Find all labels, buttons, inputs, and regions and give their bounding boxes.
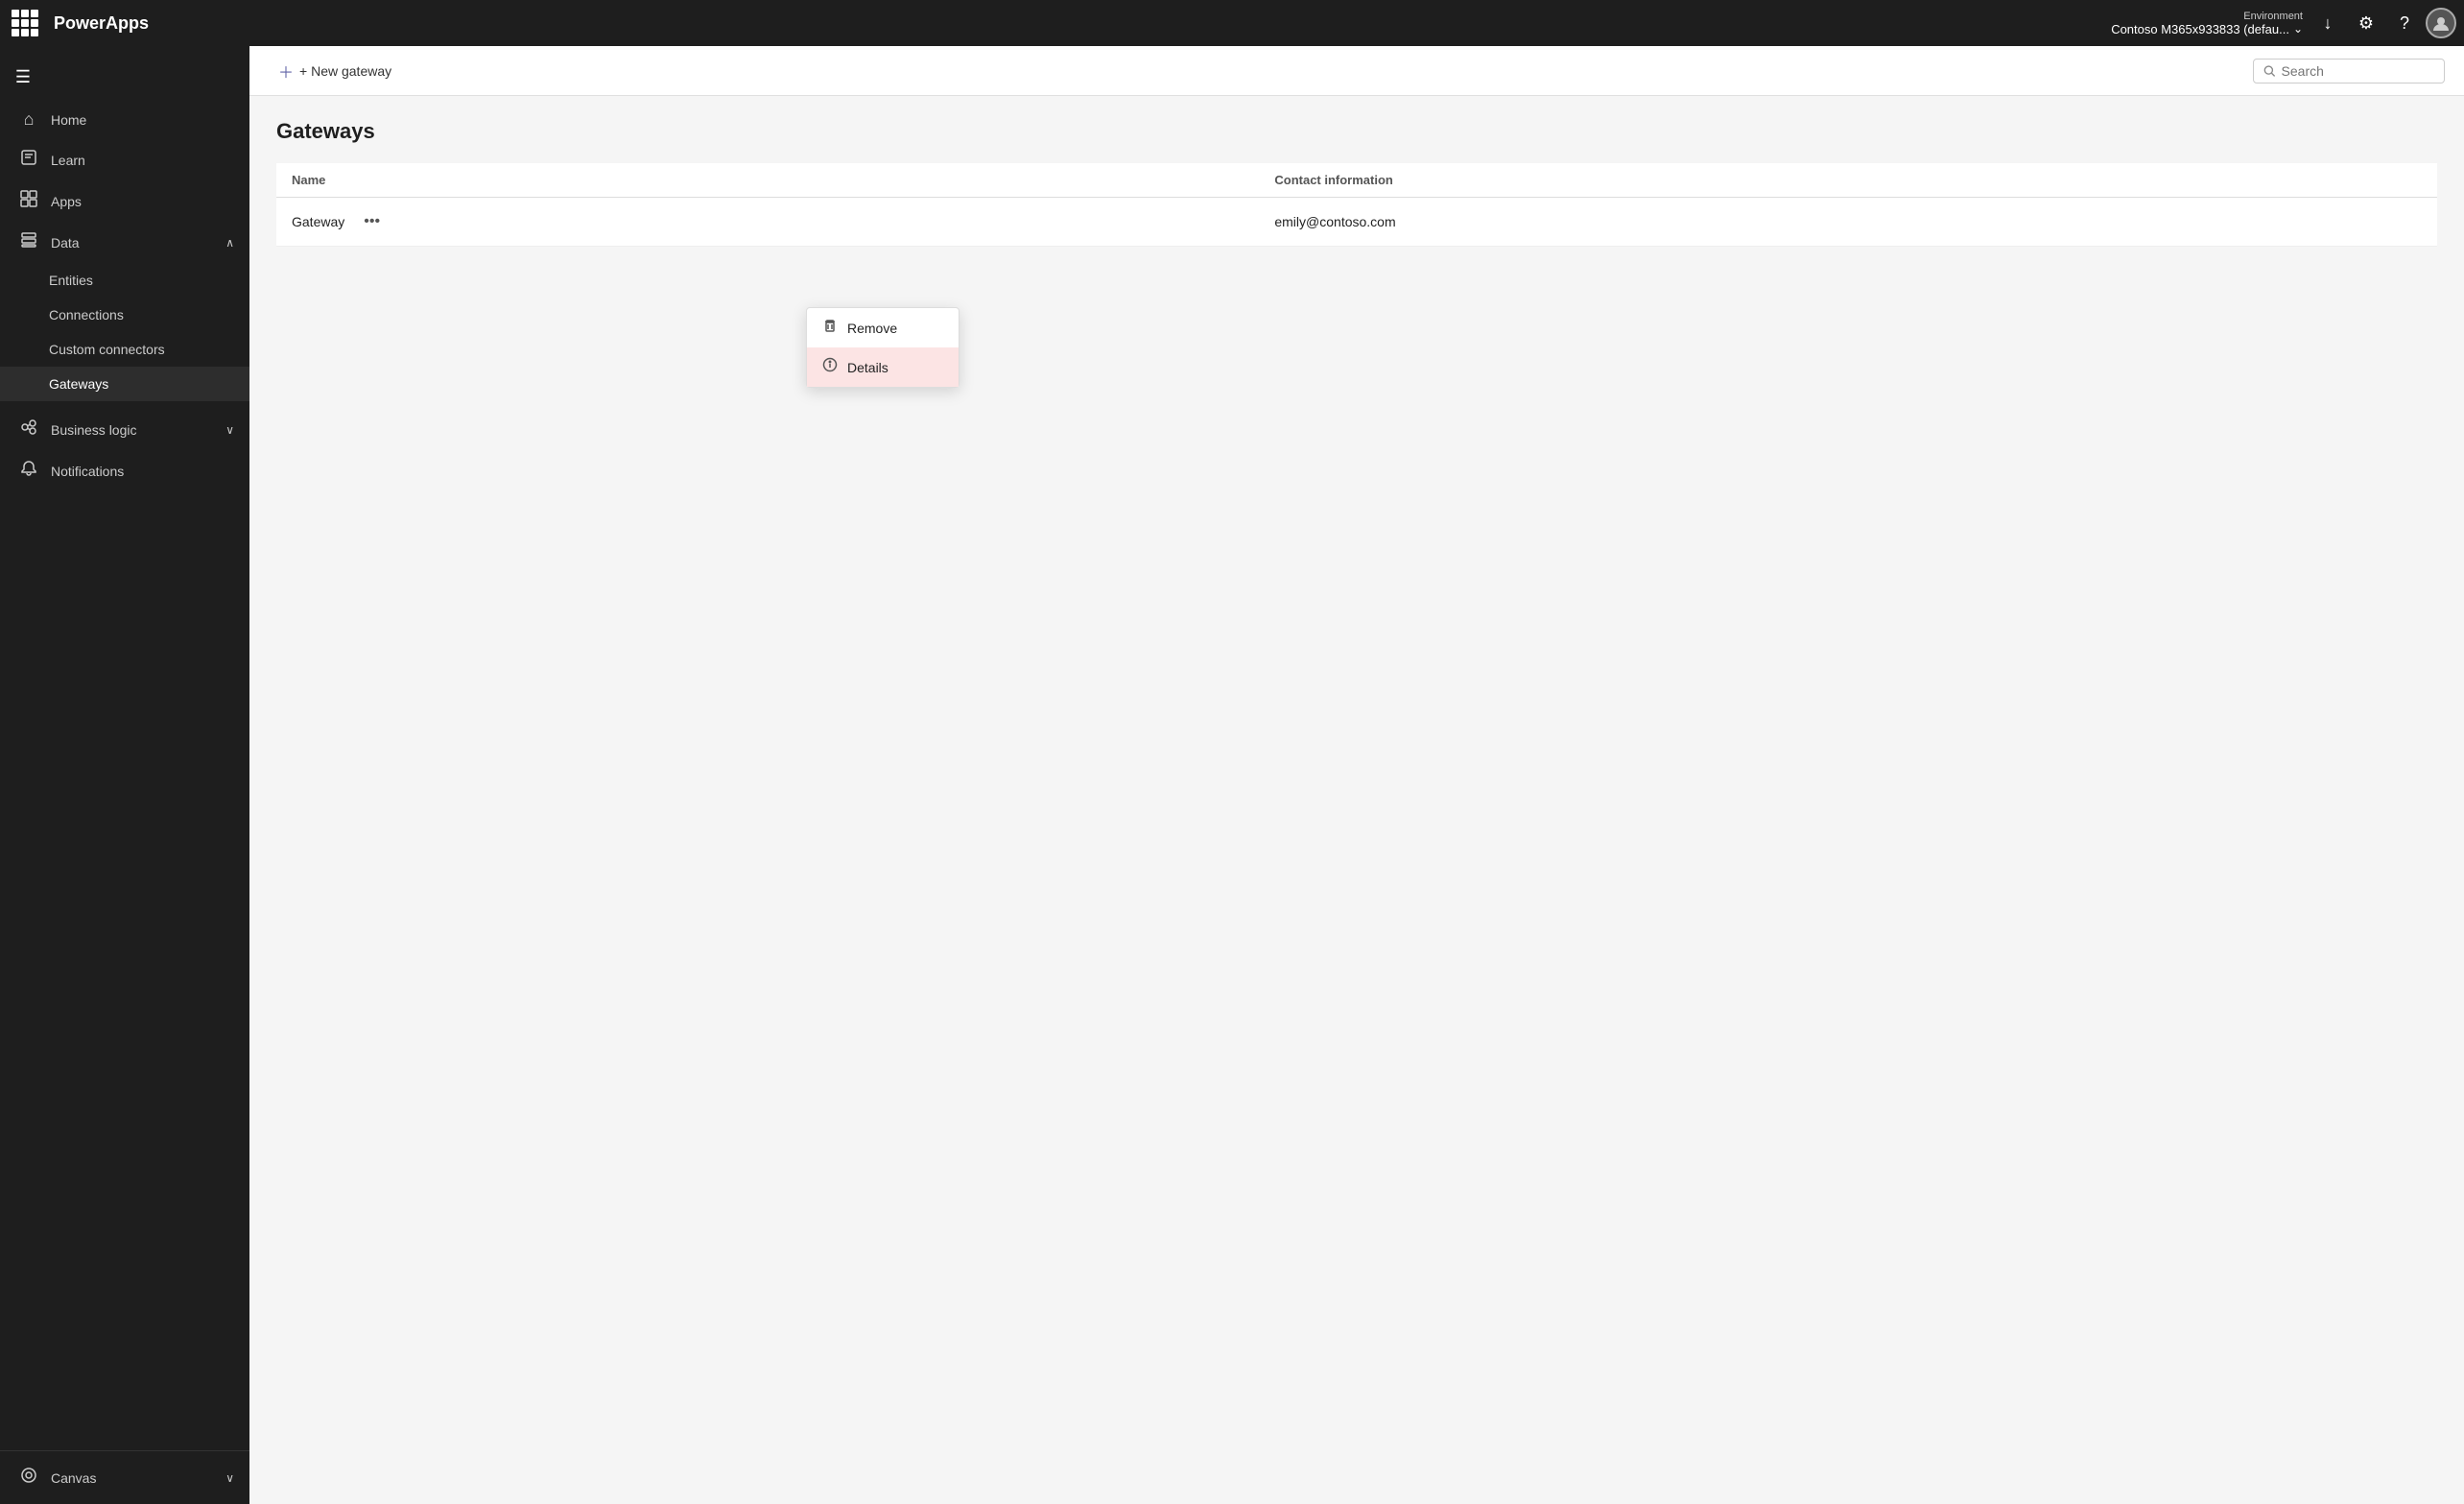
data-icon <box>18 231 39 253</box>
topbar-icons: ↓ ⚙ ? <box>2310 6 2456 40</box>
col-header-name: Name <box>276 163 1259 198</box>
content-area: ＋ + New gateway Gateways Name Contact in… <box>249 46 2464 1504</box>
gateways-label: Gateways <box>49 376 108 392</box>
data-chevron-icon: ∧ <box>225 236 234 250</box>
details-icon <box>822 357 838 377</box>
sidebar-item-data[interactable]: Data ∧ <box>0 222 249 263</box>
apps-icon <box>18 190 39 212</box>
sidebar-item-business-logic[interactable]: Business logic ∨ <box>0 409 249 450</box>
gateway-name: Gateway <box>292 214 344 229</box>
sidebar-item-apps[interactable]: Apps <box>0 180 249 222</box>
plus-icon: ＋ <box>278 60 294 83</box>
sidebar-footer-canvas[interactable]: Canvas ∨ <box>0 1459 249 1496</box>
context-menu-details[interactable]: Details <box>807 347 959 387</box>
environment-selector[interactable]: Environment Contoso M365x933833 (defau..… <box>2111 11 2303 36</box>
gateways-table: Name Contact information Gateway ••• emi… <box>276 163 2437 247</box>
new-gateway-button[interactable]: ＋ + New gateway <box>269 54 401 88</box>
settings-button[interactable]: ⚙ <box>2349 6 2383 40</box>
canvas-label: Canvas <box>51 1470 214 1486</box>
search-input[interactable] <box>2282 63 2434 79</box>
sidebar-item-notifications[interactable]: Notifications <box>0 450 249 491</box>
canvas-icon <box>18 1467 39 1489</box>
sidebar-item-label: Apps <box>51 194 234 209</box>
sidebar: ☰ ⌂ Home Learn Apps <box>0 46 249 1504</box>
context-menu-remove[interactable]: Remove <box>807 308 959 347</box>
sidebar-item-label: Home <box>51 112 234 128</box>
sidebar-item-entities[interactable]: Entities <box>0 263 249 298</box>
learn-icon <box>18 149 39 171</box>
sidebar-item-label: Notifications <box>51 464 234 479</box>
topbar: PowerApps Environment Contoso M365x93383… <box>0 0 2464 46</box>
environment-label: Environment <box>2243 11 2303 22</box>
custom-connectors-label: Custom connectors <box>49 342 165 357</box>
download-button[interactable]: ↓ <box>2310 6 2345 40</box>
sidebar-item-home[interactable]: ⌂ Home <box>0 100 249 139</box>
gateway-contact-cell: emily@contoso.com <box>1259 198 2437 247</box>
table-row: Gateway ••• emily@contoso.com <box>276 198 2437 247</box>
col-header-contact: Contact information <box>1259 163 2437 198</box>
canvas-chevron-icon: ∨ <box>225 1471 234 1485</box>
sidebar-item-label: Business logic <box>51 422 214 438</box>
sidebar-item-custom-connectors[interactable]: Custom connectors <box>0 332 249 367</box>
sidebar-item-connections[interactable]: Connections <box>0 298 249 332</box>
remove-icon <box>822 318 838 338</box>
page-title: Gateways <box>276 119 2437 144</box>
sidebar-footer: Canvas ∨ <box>0 1450 249 1504</box>
page-content: Gateways Name Contact information Gatewa… <box>249 96 2464 1504</box>
entities-label: Entities <box>49 273 93 288</box>
avatar[interactable] <box>2426 8 2456 38</box>
connections-label: Connections <box>49 307 124 322</box>
notifications-icon <box>18 460 39 482</box>
environment-name: Contoso M365x933833 (defau... ⌄ <box>2111 22 2303 36</box>
sidebar-item-gateways[interactable]: Gateways <box>0 367 249 401</box>
waffle-menu-button[interactable] <box>8 6 42 40</box>
help-button[interactable]: ? <box>2387 6 2422 40</box>
content-toolbar: ＋ + New gateway <box>249 46 2464 96</box>
sidebar-item-label: Data <box>51 235 214 251</box>
waffle-icon <box>12 10 38 36</box>
details-label: Details <box>847 360 888 375</box>
new-gateway-label: + New gateway <box>299 63 391 79</box>
gateway-name-cell: Gateway ••• <box>276 198 1259 247</box>
sidebar-item-label: Learn <box>51 153 234 168</box>
business-logic-icon <box>18 418 39 441</box>
search-box[interactable] <box>2253 59 2445 84</box>
context-menu: Remove Details <box>806 307 960 388</box>
main-layout: ☰ ⌂ Home Learn Apps <box>0 46 2464 1504</box>
remove-label: Remove <box>847 321 897 336</box>
sidebar-item-learn[interactable]: Learn <box>0 139 249 180</box>
app-brand: PowerApps <box>46 13 149 34</box>
home-icon: ⌂ <box>18 109 39 130</box>
search-icon <box>2263 64 2276 78</box>
sidebar-collapse-button[interactable]: ☰ <box>0 58 46 96</box>
row-actions-button[interactable]: ••• <box>356 209 388 234</box>
business-logic-chevron-icon: ∨ <box>225 423 234 437</box>
